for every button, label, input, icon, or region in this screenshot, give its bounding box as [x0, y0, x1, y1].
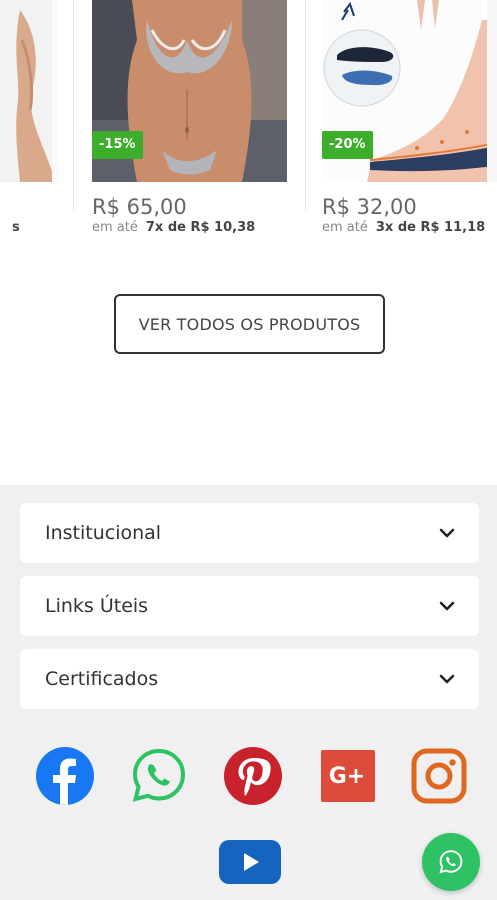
- view-all-products-button[interactable]: VER TODOS OS PRODUTOS: [114, 294, 385, 354]
- instagram-icon[interactable]: [409, 746, 469, 806]
- pinterest-icon[interactable]: [223, 746, 283, 806]
- product-price: R$ 32,00: [322, 195, 417, 219]
- installment-value: 7x de R$ 10,38: [145, 220, 256, 235]
- accordion-label: Certificados: [45, 668, 159, 690]
- discount-badge: -20%: [322, 131, 373, 159]
- youtube-icon[interactable]: [218, 838, 282, 886]
- whatsapp-icon: [439, 850, 463, 874]
- installment-value: 3x de R$ 11,18: [375, 220, 486, 235]
- product-card[interactable]: -15% R$ 65,00 em até 7x de R$ 10,38: [92, 0, 287, 250]
- chevron-down-icon: [439, 674, 455, 684]
- card-divider: [305, 0, 306, 210]
- discount-badge: -15%: [92, 131, 143, 159]
- accordion-label: Institucional: [45, 522, 162, 544]
- product-card[interactable]: -20% R$ 32,00 em até 3x de R$ 11,18: [322, 0, 497, 250]
- installment-text: s: [12, 220, 20, 235]
- whatsapp-floating-button[interactable]: [422, 833, 480, 891]
- google-plus-icon[interactable]: G+: [318, 746, 378, 806]
- accordion-institucional[interactable]: Institucional: [20, 503, 479, 563]
- product-image[interactable]: -20%: [322, 0, 497, 182]
- card-divider: [73, 0, 74, 210]
- accordion-label: Links Úteis: [45, 595, 149, 617]
- installment-prefix: em até: [322, 220, 368, 235]
- facebook-icon[interactable]: [35, 746, 95, 806]
- installment-text: em até 3x de R$ 11,18: [322, 220, 485, 235]
- product-carousel[interactable]: s -15% R$ 65,00 em até 7x de R$ 10,38 -2…: [0, 0, 497, 250]
- installment-text: em até 7x de R$ 10,38: [92, 220, 255, 235]
- product-card[interactable]: s: [0, 0, 58, 250]
- product-image[interactable]: -15%: [92, 0, 287, 182]
- installment-prefix: em até: [92, 220, 138, 235]
- whatsapp-icon[interactable]: [129, 746, 189, 806]
- chevron-down-icon: [439, 528, 455, 538]
- chevron-down-icon: [439, 601, 455, 611]
- accordion-certificados[interactable]: Certificados: [20, 649, 479, 709]
- svg-text:G+: G+: [329, 764, 366, 789]
- product-price: R$ 65,00: [92, 195, 187, 219]
- product-image[interactable]: [0, 0, 58, 182]
- accordion-links-uteis[interactable]: Links Úteis: [20, 576, 479, 636]
